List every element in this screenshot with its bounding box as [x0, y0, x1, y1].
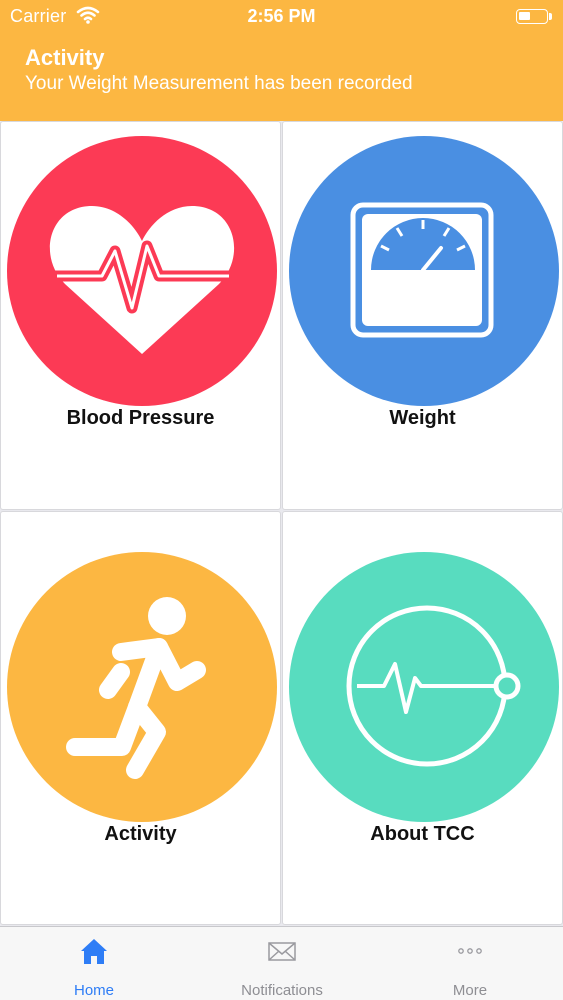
blood-pressure-tile[interactable]: Blood Pressure	[0, 121, 281, 510]
about-tcc-label: About TCC	[370, 823, 475, 845]
weight-label: Weight	[389, 407, 456, 429]
blood-pressure-circle	[7, 136, 277, 406]
more-icon	[458, 948, 482, 954]
blood-pressure-label: Blood Pressure	[66, 407, 215, 429]
tab-more-label: More	[452, 982, 488, 999]
battery-tip	[549, 13, 552, 20]
weight-circle	[289, 136, 559, 406]
home-icon	[81, 939, 107, 964]
activity-tile[interactable]: Activity	[0, 511, 281, 925]
tab-home-label: Home	[73, 982, 114, 999]
page-title: Activity	[25, 45, 105, 70]
scale-icon	[350, 202, 494, 338]
app-header: Carrier 2:56 PM Activity Your Weight Mea…	[0, 0, 563, 121]
heart-pulse-icon	[47, 206, 239, 354]
tab-home[interactable]: Home	[0, 927, 188, 1000]
about-tcc-tile[interactable]: About TCC	[282, 511, 563, 925]
tab-bar: Home Notifications More	[0, 926, 563, 1000]
activity-label: Activity	[104, 823, 177, 845]
battery-icon	[516, 9, 548, 24]
tab-notifications[interactable]: Notifications	[188, 927, 376, 1000]
status-time: 2:56 PM	[247, 6, 316, 26]
tab-more[interactable]: More	[376, 927, 563, 1000]
runner-icon	[66, 597, 206, 779]
pulse-circle-icon	[346, 605, 521, 767]
weight-tile[interactable]: Weight	[282, 121, 563, 510]
status-bar: Carrier 2:56 PM	[0, 0, 563, 34]
envelope-icon	[268, 942, 296, 961]
tab-notifications-label: Notifications	[241, 982, 323, 999]
about-tcc-circle	[289, 552, 559, 822]
status-message: Your Weight Measurement has been recorde…	[25, 73, 413, 94]
activity-circle	[7, 552, 277, 822]
